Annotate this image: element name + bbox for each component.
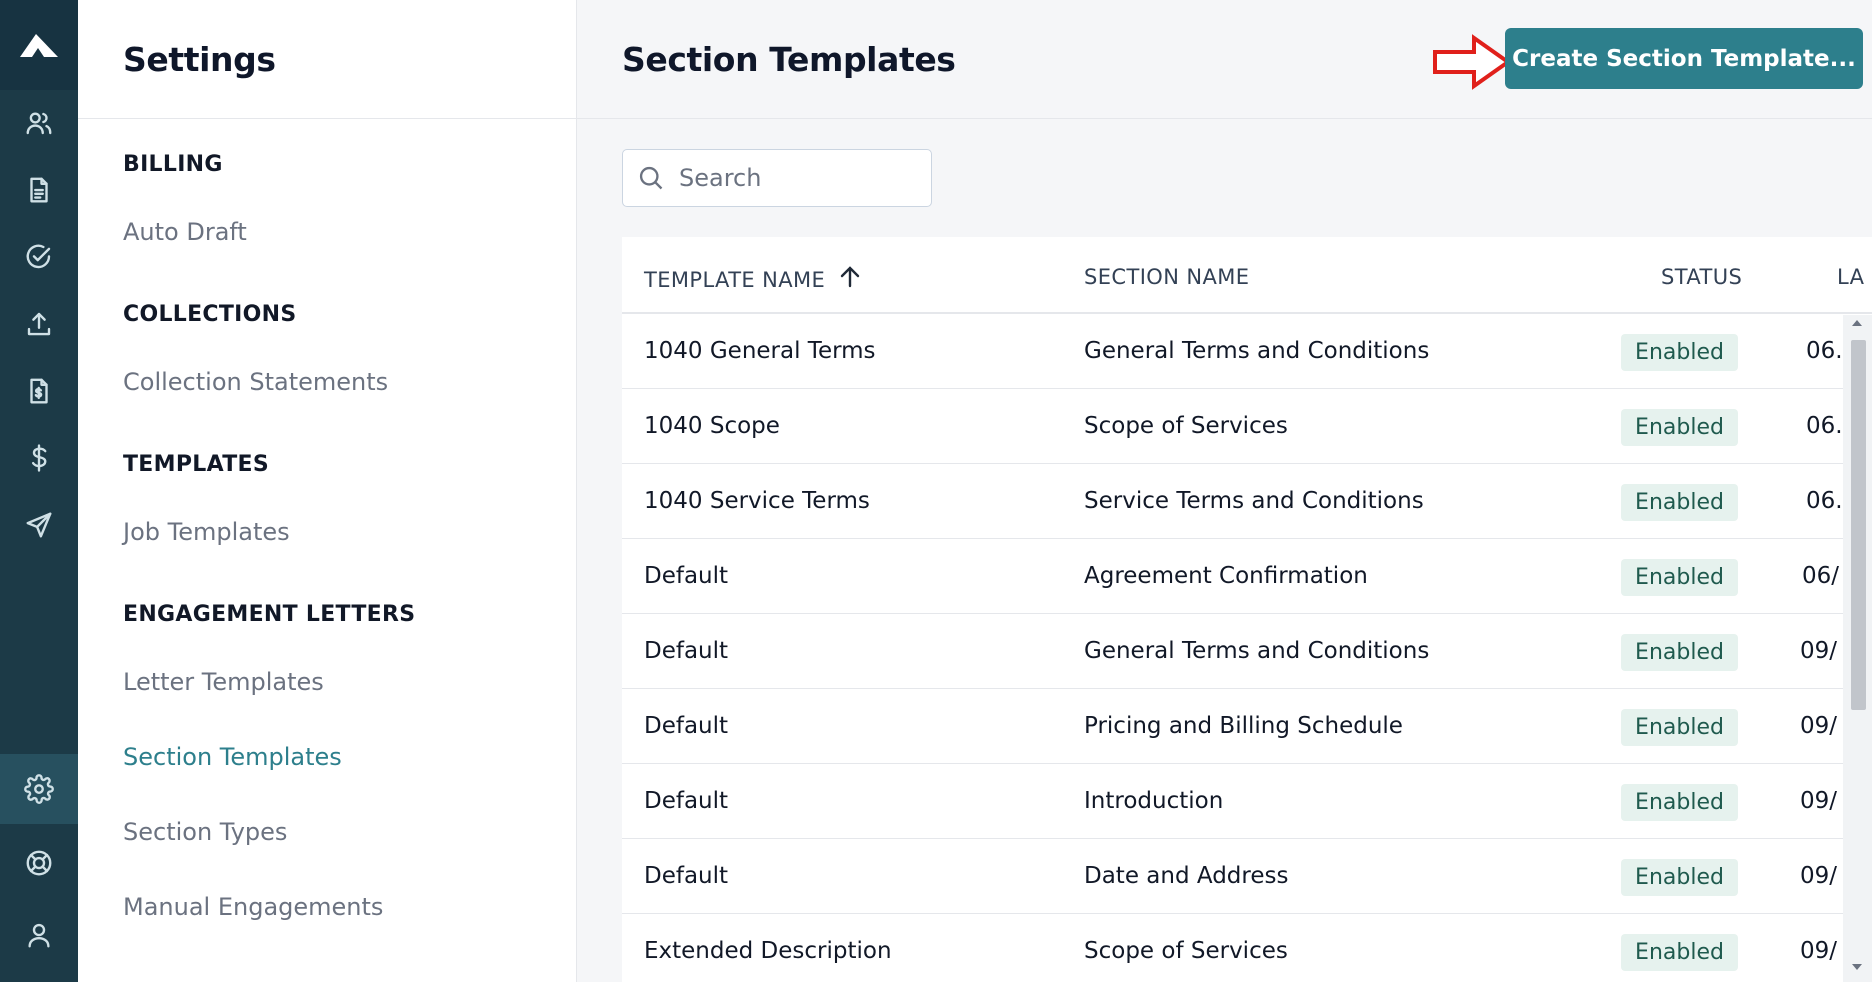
- status-badge: Enabled: [1621, 559, 1738, 596]
- section-name-cell: Service Terms and Conditions: [1084, 488, 1424, 514]
- column-header-label: TEMPLATE NAME: [644, 268, 826, 292]
- table-row[interactable]: Extended Description Scope of Services E…: [622, 914, 1872, 982]
- table-row[interactable]: 1040 General Terms General Terms and Con…: [622, 314, 1872, 389]
- date-cell: 06.: [1806, 488, 1843, 514]
- status-badge: Enabled: [1621, 409, 1738, 446]
- gear-icon[interactable]: [0, 754, 78, 824]
- invoice-icon[interactable]: [0, 361, 78, 421]
- section-name-cell: Scope of Services: [1084, 413, 1288, 439]
- group-heading-templates: TEMPLATES: [123, 452, 269, 477]
- group-heading-collections: COLLECTIONS: [123, 302, 297, 327]
- main-content: Section Templates Create Section Templat…: [577, 0, 1872, 982]
- upload-icon[interactable]: [0, 294, 78, 354]
- group-heading-billing: BILLING: [123, 152, 223, 177]
- user-icon[interactable]: [0, 905, 78, 965]
- status-badge: Enabled: [1621, 784, 1738, 821]
- section-name-cell: Pricing and Billing Schedule: [1084, 713, 1403, 739]
- status-badge: Enabled: [1621, 859, 1738, 896]
- date-cell: 09/: [1800, 938, 1838, 964]
- users-icon[interactable]: [0, 93, 78, 153]
- sidebar-item-section-types[interactable]: Section Types: [123, 818, 287, 846]
- search-input[interactable]: [679, 164, 919, 192]
- scroll-up-icon[interactable]: [1852, 320, 1862, 326]
- column-header-section-name[interactable]: SECTION NAME: [1084, 265, 1249, 289]
- template-name-cell: Default: [644, 638, 729, 664]
- section-templates-table: TEMPLATE NAME SECTION NAME STATUS LA 104…: [622, 237, 1872, 982]
- document-icon[interactable]: [0, 160, 78, 220]
- column-header-template-name[interactable]: TEMPLATE NAME: [644, 265, 861, 294]
- status-badge: Enabled: [1621, 484, 1738, 521]
- date-cell: 06/: [1802, 563, 1840, 589]
- sidebar-item-manual-engagements[interactable]: Manual Engagements: [123, 893, 383, 921]
- date-cell: 09/: [1800, 863, 1838, 889]
- template-name-cell: 1040 Scope: [644, 413, 780, 439]
- sidebar-item-auto-draft[interactable]: Auto Draft: [123, 218, 247, 246]
- table-row[interactable]: Default Date and Address Enabled 09/: [622, 839, 1872, 914]
- sidebar-item-job-templates[interactable]: Job Templates: [123, 518, 290, 546]
- section-name-cell: General Terms and Conditions: [1084, 638, 1430, 664]
- sidebar-item-section-templates[interactable]: Section Templates: [123, 743, 342, 771]
- settings-title: Settings: [123, 39, 276, 79]
- scrollbar-thumb[interactable]: [1851, 340, 1866, 710]
- dollar-icon[interactable]: [0, 428, 78, 488]
- lifebuoy-icon[interactable]: [0, 833, 78, 893]
- scroll-down-icon[interactable]: [1852, 964, 1862, 970]
- date-cell: 06.: [1806, 338, 1843, 364]
- template-name-cell: Default: [644, 713, 729, 739]
- sort-ascending-icon[interactable]: [839, 265, 861, 294]
- section-name-cell: Agreement Confirmation: [1084, 563, 1368, 589]
- status-badge: Enabled: [1621, 934, 1738, 971]
- app-rail: [0, 0, 78, 982]
- search-icon: [639, 166, 663, 190]
- search-box[interactable]: [622, 149, 932, 207]
- status-badge: Enabled: [1621, 709, 1738, 746]
- settings-sidebar: Settings BILLING Auto Draft COLLECTIONS …: [78, 0, 577, 982]
- template-name-cell: Default: [644, 563, 729, 589]
- section-name-cell: Scope of Services: [1084, 938, 1288, 964]
- status-badge: Enabled: [1621, 334, 1738, 371]
- settings-header: Settings: [78, 0, 576, 119]
- table-row[interactable]: Default Agreement Confirmation Enabled 0…: [622, 539, 1872, 614]
- status-badge: Enabled: [1621, 634, 1738, 671]
- template-name-cell: Extended Description: [644, 938, 892, 964]
- column-header-status[interactable]: STATUS: [1661, 265, 1742, 289]
- section-name-cell: Date and Address: [1084, 863, 1289, 889]
- template-name-cell: 1040 General Terms: [644, 338, 876, 364]
- page-title: Section Templates: [622, 40, 956, 79]
- sidebar-item-collection-statements[interactable]: Collection Statements: [123, 368, 388, 396]
- main-header: Section Templates Create Section Templat…: [577, 0, 1872, 119]
- create-section-template-button[interactable]: Create Section Template...: [1505, 28, 1863, 89]
- date-cell: 09/: [1800, 788, 1838, 814]
- template-name-cell: Default: [644, 788, 729, 814]
- table-row[interactable]: Default Introduction Enabled 09/: [622, 764, 1872, 839]
- table-header: TEMPLATE NAME SECTION NAME STATUS LA: [622, 237, 1872, 314]
- date-cell: 09/: [1800, 638, 1838, 664]
- mountain-logo-icon: [20, 34, 58, 57]
- section-name-cell: Introduction: [1084, 788, 1224, 814]
- send-icon[interactable]: [0, 495, 78, 555]
- template-name-cell: Default: [644, 863, 729, 889]
- table-row[interactable]: 1040 Service Terms Service Terms and Con…: [622, 464, 1872, 539]
- date-cell: 09/: [1800, 713, 1838, 739]
- column-header-last[interactable]: LA: [1837, 265, 1864, 289]
- group-heading-engagement-letters: ENGAGEMENT LETTERS: [123, 602, 416, 627]
- check-circle-icon[interactable]: [0, 227, 78, 287]
- red-arrow-annotation-icon: [1433, 34, 1512, 90]
- sidebar-item-letter-templates[interactable]: Letter Templates: [123, 668, 324, 696]
- template-name-cell: 1040 Service Terms: [644, 488, 870, 514]
- app-logo[interactable]: [0, 0, 78, 90]
- table-row[interactable]: Default Pricing and Billing Schedule Ena…: [622, 689, 1872, 764]
- table-row[interactable]: 1040 Scope Scope of Services Enabled 06.: [622, 389, 1872, 464]
- date-cell: 06.: [1806, 413, 1843, 439]
- section-name-cell: General Terms and Conditions: [1084, 338, 1430, 364]
- table-row[interactable]: Default General Terms and Conditions Ena…: [622, 614, 1872, 689]
- table-scrollbar[interactable]: [1843, 315, 1872, 982]
